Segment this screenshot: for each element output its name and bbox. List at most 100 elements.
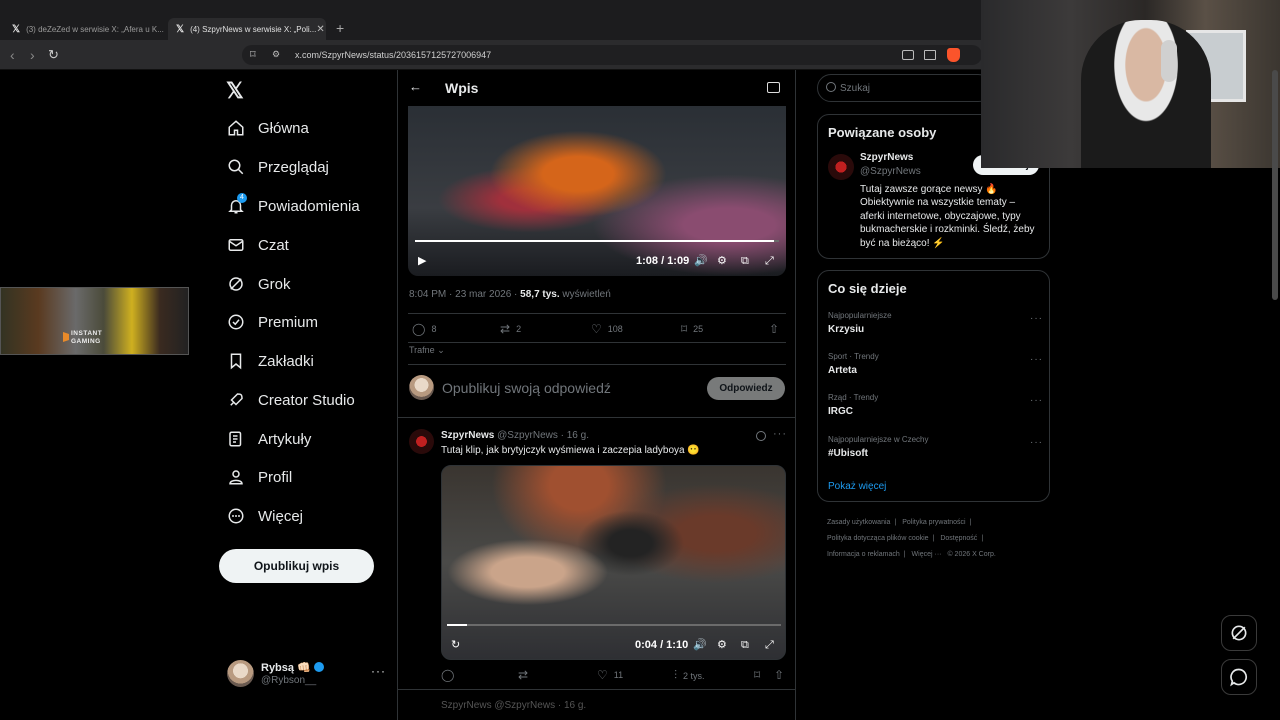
- video-progress-bar[interactable]: [447, 624, 781, 626]
- nav-label: Profil: [258, 468, 293, 486]
- reply-submit-button[interactable]: Odpowiedz: [707, 377, 785, 400]
- bookmark-button[interactable]: ⌑ 25: [681, 322, 703, 336]
- cast-icon[interactable]: [902, 50, 914, 60]
- reader-mode-icon[interactable]: [767, 82, 780, 93]
- reply-button[interactable]: ◯ 8: [412, 322, 436, 336]
- trend-name: Krzysiu: [828, 324, 865, 335]
- nav-item-articles[interactable]: Artykuły: [226, 426, 311, 452]
- browser-tab[interactable]: 𝕏 (3) deZeZed w serwisie X: „Afera u K..…: [4, 18, 164, 40]
- bookmark-icon[interactable]: ⌑: [250, 48, 256, 61]
- nav-item-creator-studio[interactable]: Creator Studio: [226, 387, 355, 413]
- more-icon[interactable]: ···: [371, 664, 386, 678]
- picture-in-picture-icon[interactable]: ⧉: [741, 256, 751, 267]
- messages-floating-button[interactable]: [1221, 659, 1257, 695]
- volume-icon[interactable]: 🔊: [694, 256, 708, 267]
- fullscreen-icon[interactable]: ⤢: [765, 640, 775, 651]
- video-player[interactable]: ▶ 1:08 / 1:09 🔊 ⚙ ⧉ ⤢: [408, 106, 786, 276]
- nav-item-explore[interactable]: Przeglądaj: [226, 154, 329, 180]
- bookmark-button[interactable]: ⌑: [754, 668, 766, 682]
- new-tab-button[interactable]: +: [336, 20, 344, 36]
- nav-item-chat[interactable]: Czat: [226, 232, 289, 258]
- tweet-author-name[interactable]: SzpyrNews: [441, 430, 494, 441]
- nav-item-more[interactable]: Więcej: [226, 503, 303, 529]
- nav-item-premium[interactable]: Premium: [226, 309, 318, 335]
- trend-item[interactable]: Rząd · Trendy IRGC ···: [828, 393, 1043, 423]
- volume-icon[interactable]: 🔊: [693, 640, 707, 651]
- settings-icon[interactable]: ⚙: [717, 640, 727, 651]
- more-icon[interactable]: ···: [1030, 395, 1043, 406]
- nav-label: Zakładki: [258, 352, 314, 370]
- picture-in-picture-icon[interactable]: ⧉: [741, 640, 751, 651]
- repost-button[interactable]: ⇄ 2: [500, 322, 521, 336]
- nav-item-profile[interactable]: Profil: [226, 464, 292, 490]
- replay-icon[interactable]: ↻: [451, 640, 461, 651]
- url-text: x.com/SzpyrNews/status/20361571257270069…: [295, 50, 492, 60]
- like-button[interactable]: ♡ 11: [597, 668, 623, 682]
- video-progress-bar[interactable]: [415, 240, 779, 242]
- settings-icon[interactable]: ⚙: [717, 256, 727, 267]
- reply-tweet[interactable]: SzpyrNews @SzpyrNews · 16 g. ··· Tutaj k…: [398, 425, 795, 685]
- bell-icon: 4: [226, 193, 247, 216]
- back-arrow-icon[interactable]: ←: [409, 79, 422, 94]
- more-icon[interactable]: ···: [1030, 354, 1043, 365]
- avatar[interactable]: [828, 154, 854, 180]
- grok-floating-button[interactable]: [1221, 615, 1257, 651]
- ad-logo-text: INSTANT GAMING: [71, 330, 131, 346]
- x-logo-icon[interactable]: 𝕏: [226, 78, 244, 104]
- more-icon[interactable]: ···: [773, 428, 787, 440]
- site-settings-icon[interactable]: ⚙: [272, 49, 280, 60]
- fullscreen-icon[interactable]: ⤢: [765, 256, 775, 267]
- reply-input[interactable]: Opublikuj swoją odpowiedź: [442, 380, 611, 396]
- account-switcher[interactable]: Rybsą 👊🏻 @Rybson__ ···: [227, 660, 387, 690]
- footer-link[interactable]: Informacja o reklamach: [827, 551, 900, 558]
- view-label: wyświetleń: [559, 289, 611, 300]
- bookmark-icon: ⌑: [754, 668, 761, 682]
- page-scrollbar[interactable]: [1272, 70, 1278, 300]
- trend-item[interactable]: Najpopularniejsze w Czechy #Ubisoft ···: [828, 435, 1043, 465]
- related-name[interactable]: SzpyrNews: [860, 152, 913, 163]
- trend-item[interactable]: Najpopularniejsze Krzysiu ···: [828, 311, 1043, 341]
- video-progress-fill: [447, 624, 468, 626]
- footer-link[interactable]: Więcej ···: [912, 551, 942, 558]
- reply-button[interactable]: ◯: [441, 668, 460, 682]
- repost-button[interactable]: ⇄: [518, 668, 534, 682]
- share-button[interactable]: ⇧: [769, 322, 785, 336]
- divider: [398, 417, 795, 418]
- more-icon[interactable]: ···: [1030, 437, 1043, 448]
- address-bar[interactable]: ⌑ ⚙ x.com/SzpyrNews/status/2036157125727…: [242, 45, 982, 65]
- reply-sort-dropdown[interactable]: Trafne ⌄: [409, 345, 445, 356]
- video-player[interactable]: ↻ 0:04 / 1:10 🔊 ⚙ ⧉ ⤢: [441, 465, 786, 660]
- forward-arrow-icon[interactable]: ›: [30, 47, 35, 63]
- webcam-overlay: [981, 0, 1280, 168]
- play-icon[interactable]: ▶: [418, 256, 428, 267]
- search-input[interactable]: Szukaj: [817, 74, 992, 102]
- browser-tab-active[interactable]: 𝕏 (4) SzpyrNews w serwisie X: „Poli... ✕: [168, 18, 326, 40]
- more-icon[interactable]: ···: [1030, 313, 1043, 324]
- nav-item-notifications[interactable]: 4 Powiadomienia: [226, 193, 360, 219]
- grok-icon[interactable]: [756, 431, 766, 441]
- brave-shield-icon[interactable]: [947, 48, 960, 62]
- nav-item-bookmarks[interactable]: Zakładki: [226, 348, 314, 374]
- close-icon[interactable]: ✕: [316, 24, 324, 35]
- trend-item[interactable]: Sport · Trendy Arteta ···: [828, 352, 1043, 382]
- video-time: 0:04 / 1:10: [635, 639, 689, 651]
- nav-label: Artykuły: [258, 430, 312, 448]
- post-button[interactable]: Opublikuj wpis: [219, 549, 374, 583]
- nav-item-home[interactable]: Główna: [226, 115, 309, 141]
- reload-icon[interactable]: ↻: [48, 47, 59, 63]
- nav-item-grok[interactable]: Grok: [226, 271, 291, 297]
- share-button[interactable]: ⇧: [774, 668, 790, 682]
- back-arrow-icon[interactable]: ‹: [10, 47, 15, 63]
- footer-link[interactable]: Polityka prywatności: [902, 519, 965, 526]
- like-button[interactable]: ♡ 108: [591, 322, 623, 336]
- reply-icon: ◯: [441, 668, 455, 682]
- trends-panel: Co się dzieje Najpopularniejsze Krzysiu …: [817, 270, 1050, 502]
- trend-name: #Ubisoft: [828, 448, 868, 459]
- tweet-text: Tutaj klip, jak brytyjczyk wyśmiewa i za…: [441, 445, 700, 456]
- share-icon[interactable]: [924, 50, 936, 60]
- show-more-link[interactable]: Pokaż więcej: [828, 481, 886, 492]
- footer-link[interactable]: Dostępność: [940, 535, 977, 542]
- footer-link[interactable]: Zasady użytkowania: [827, 519, 890, 526]
- views-button[interactable]: ⫶ 2 tys.: [674, 668, 705, 683]
- footer-link[interactable]: Polityka dotycząca plików cookie: [827, 535, 929, 542]
